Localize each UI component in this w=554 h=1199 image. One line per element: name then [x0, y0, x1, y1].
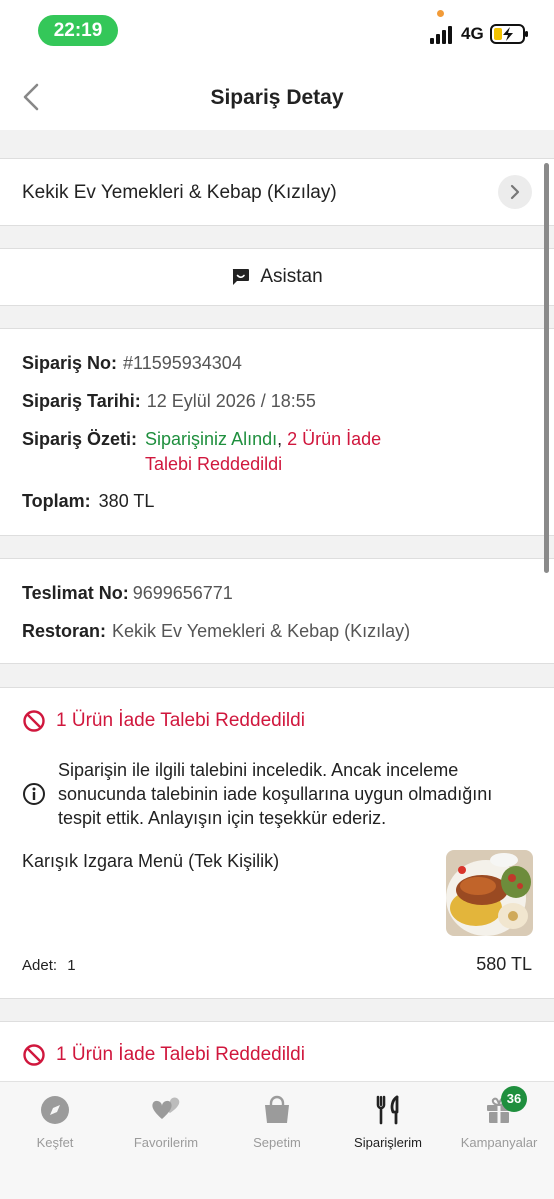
refund-card: 1 Ürün İade Talebi Reddedildi Siparişin … — [0, 687, 554, 999]
hearts-icon — [152, 1097, 180, 1119]
info-icon — [23, 783, 45, 805]
compass-icon — [41, 1096, 69, 1124]
refund-info-line: sonucunda talebinin iade koşullarına uyg… — [58, 784, 493, 804]
refund-status-title: 1 Ürün İade Talebi Reddedildi — [56, 1044, 305, 1065]
status-time: 22:19 — [38, 15, 118, 46]
order-total-row: Toplam: 380 TL — [22, 489, 154, 514]
delivery-number-label: Teslimat No: — [22, 583, 129, 603]
refund-info-line: tespit ettik. Anlayışın için teşekkür ed… — [58, 808, 387, 828]
fork-knife-icon — [376, 1095, 399, 1125]
order-total-value: 380 TL — [98, 491, 155, 511]
delivery-restaurant-label: Restoran: — [22, 621, 107, 641]
battery-charging-icon — [490, 24, 530, 44]
tab-label: Sepetim — [253, 1135, 301, 1150]
assistant-label: Asistan — [260, 266, 323, 287]
order-date-row: Sipariş Tarihi: 12 Eylül 2026 / 18:55 — [22, 389, 316, 414]
tab-label: Siparişlerim — [354, 1135, 422, 1150]
quantity-value: 1 — [67, 957, 76, 974]
refund-card: 1 Ürün İade Talebi Reddedildi — [0, 1021, 554, 1081]
delivery-info-card: Teslimat No: 9699656771 Restoran: Kekik Ev… — [0, 558, 554, 664]
tab-kampanyalar[interactable]: Kampanyalar — [444, 1094, 554, 1154]
order-summary-refund-line2: Talebi Reddedildi — [145, 454, 283, 474]
product-price: 580 TL — [476, 954, 532, 974]
campaign-count-badge: 36 — [501, 1086, 527, 1112]
prohibited-icon — [23, 1044, 45, 1066]
order-date-label: Sipariş Tarihi: — [22, 391, 141, 411]
prohibited-icon — [23, 710, 45, 732]
tab-favorilerim[interactable]: Favorilerim — [111, 1094, 221, 1154]
order-summary-received: Siparişiniz Alındı — [145, 429, 278, 449]
tab-label: Keşfet — [36, 1135, 74, 1150]
product-image — [446, 850, 533, 936]
chat-smile-icon — [233, 269, 250, 285]
refund-status-header: 1 Ürün İade Talebi Reddedildi — [22, 709, 305, 733]
order-date-value: 12 Eylül 2026 / 18:55 — [146, 391, 316, 411]
network-label: 4G — [461, 24, 484, 43]
restaurant-name: Kekik Ev Yemekleri & Kebap (Kızılay) — [22, 182, 337, 203]
restaurant-row[interactable]: Kekik Ev Yemekleri & Kebap (Kızılay) — [0, 158, 554, 226]
order-total-label: Toplam: — [22, 491, 91, 511]
tab-sepetim[interactable]: Sepetim — [222, 1094, 332, 1154]
status-bar: 22:19 4G — [0, 0, 554, 62]
order-summary-label: Sipariş Özeti: — [22, 429, 138, 449]
product-name: Karışık Izgara Menü (Tek Kişilik) — [22, 851, 280, 871]
chevron-right-icon — [510, 184, 520, 200]
delivery-number-row: Teslimat No: 9699656771 — [22, 581, 233, 606]
refund-status-title: 1 Ürün İade Talebi Reddedildi — [56, 710, 305, 731]
tab-kesfet[interactable]: Keşfet — [0, 1094, 110, 1154]
restaurant-open-button[interactable] — [498, 175, 532, 209]
quantity-label: Adet: — [22, 957, 58, 974]
quantity-row: Adet: 1 — [22, 957, 76, 974]
order-number-label: Sipariş No: — [22, 353, 118, 373]
scrollbar[interactable] — [544, 163, 549, 573]
refund-status-header: 1 Ürün İade Talebi Reddedildi — [22, 1043, 305, 1067]
order-summary-row: Sipariş Özeti: Siparişiniz Alındı, 2 Ürün… — [22, 427, 381, 452]
order-summary-separator: , — [277, 429, 288, 449]
order-summary-refund: 2 Ürün İade — [287, 429, 382, 449]
assistant-button[interactable]: Asistan — [0, 248, 554, 306]
page-title: Sipariş Detay — [210, 86, 344, 109]
tab-siparislerim[interactable]: Siparişlerim — [333, 1094, 443, 1154]
delivery-restaurant-row: Restoran: Kekik Ev Yemekleri & Kebap (Kız… — [22, 619, 410, 644]
tab-bar: Keşfet Favorilerim Sepetim Siparişlerim … — [0, 1081, 554, 1199]
order-info-card: Sipariş No: #11595934304 Sipariş Tarihi: 1… — [0, 328, 554, 536]
order-detail-content[interactable]: Kekik Ev Yemekleri & Kebap (Kızılay) Asi… — [0, 130, 554, 1081]
signal-icon — [430, 26, 456, 44]
delivery-number-value: 9699656771 — [132, 583, 233, 603]
order-number-row: Sipariş No: #11595934304 — [22, 351, 242, 376]
refund-info-line: Siparişin ile ilgili talebini inceledik.… — [58, 760, 459, 780]
navigation-bar: Sipariş Detay — [0, 62, 554, 130]
basket-icon — [265, 1095, 289, 1123]
delivery-restaurant-value: Kekik Ev Yemekleri & Kebap (Kızılay) — [112, 621, 411, 641]
refund-info-message: Siparişin ile ilgili talebini inceledik.… — [22, 758, 532, 830]
tab-label: Favorilerim — [133, 1135, 199, 1150]
privacy-indicator-dot — [437, 10, 444, 17]
order-number-value: #11595934304 — [123, 353, 242, 373]
tab-label: Kampanyalar — [460, 1135, 538, 1150]
